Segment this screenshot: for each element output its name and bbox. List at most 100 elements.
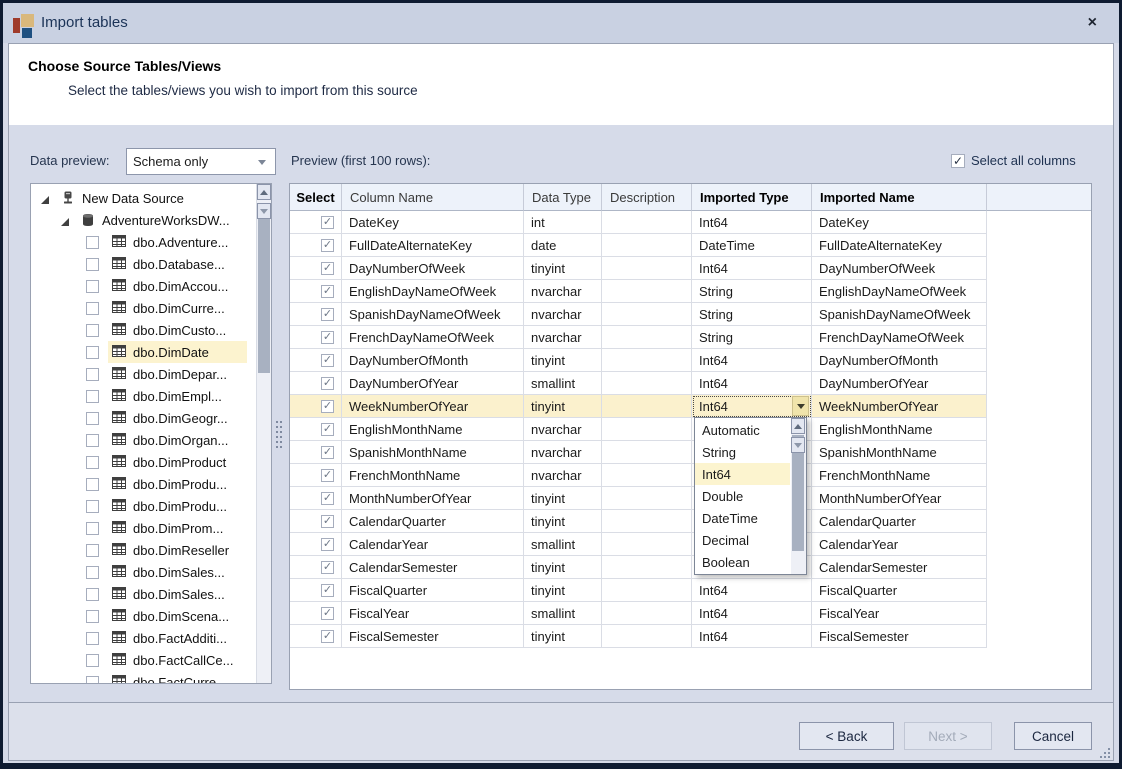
tree-item-checkbox[interactable] xyxy=(86,412,99,425)
back-button[interactable]: < Back xyxy=(799,722,894,750)
dropdown-option[interactable]: Automatic xyxy=(695,419,790,441)
row-checkbox[interactable]: ✓ xyxy=(321,308,334,321)
cancel-button[interactable]: Cancel xyxy=(1014,722,1092,750)
table-row[interactable]: ✓FrenchDayNameOfWeeknvarcharStringFrench… xyxy=(290,326,1091,349)
checkbox-icon[interactable]: ✓ xyxy=(951,154,965,168)
tree-scrollbar[interactable] xyxy=(256,184,271,683)
scroll-up-icon[interactable] xyxy=(791,418,805,434)
tree-item[interactable]: dbo.Database... xyxy=(31,253,256,275)
tree-item[interactable]: dbo.DimReseller xyxy=(31,539,256,561)
scroll-down-icon[interactable] xyxy=(791,437,805,453)
expander-icon[interactable] xyxy=(60,215,70,225)
row-checkbox[interactable]: ✓ xyxy=(321,607,334,620)
row-checkbox[interactable]: ✓ xyxy=(321,515,334,528)
tree-item[interactable]: dbo.DimSales... xyxy=(31,583,256,605)
tree-item-checkbox[interactable] xyxy=(86,588,99,601)
tree-item-checkbox[interactable] xyxy=(86,390,99,403)
table-row[interactable]: ✓EnglishMonthNamenvarcharEnglishMonthNam… xyxy=(290,418,1091,441)
dropdown-option[interactable]: Boolean xyxy=(695,551,790,573)
tree-item-checkbox[interactable] xyxy=(86,654,99,667)
table-row[interactable]: ✓CalendarSemestertinyintCalendarSemester xyxy=(290,556,1091,579)
dropdown-option[interactable]: DateTime xyxy=(695,507,790,529)
tree-item-checkbox[interactable] xyxy=(86,566,99,579)
tree-item-checkbox[interactable] xyxy=(86,456,99,469)
tree-item[interactable]: dbo.DimScena... xyxy=(31,605,256,627)
table-row[interactable]: ✓FrenchMonthNamenvarcharFrenchMonthName xyxy=(290,464,1091,487)
resize-grip-icon[interactable] xyxy=(1098,746,1110,758)
tree-item-checkbox[interactable] xyxy=(86,346,99,359)
tree-item-checkbox[interactable] xyxy=(86,610,99,623)
tree-item-checkbox[interactable] xyxy=(86,280,99,293)
tree-item[interactable]: New Data Source xyxy=(31,187,256,209)
row-checkbox[interactable]: ✓ xyxy=(321,216,334,229)
tree-item[interactable]: dbo.DimDepar... xyxy=(31,363,256,385)
tree-item[interactable]: dbo.DimAccou... xyxy=(31,275,256,297)
row-checkbox[interactable]: ✓ xyxy=(321,446,334,459)
tree-item[interactable]: dbo.DimCusto... xyxy=(31,319,256,341)
data-preview-select[interactable]: Schema only xyxy=(126,148,276,175)
row-checkbox[interactable]: ✓ xyxy=(321,377,334,390)
select-all-columns-checkbox[interactable]: ✓ Select all columns xyxy=(951,153,1076,168)
tree-item[interactable]: dbo.DimProduct xyxy=(31,451,256,473)
table-row[interactable]: ✓DayNumberOfWeektinyintInt64DayNumberOfW… xyxy=(290,257,1091,280)
row-checkbox[interactable]: ✓ xyxy=(321,239,334,252)
dropdown-option[interactable]: String xyxy=(695,441,790,463)
tree-item-checkbox[interactable] xyxy=(86,258,99,271)
tree-item[interactable]: dbo.DimProdu... xyxy=(31,473,256,495)
row-checkbox[interactable]: ✓ xyxy=(321,285,334,298)
tree-item[interactable]: dbo.FactCurre... xyxy=(31,671,256,684)
table-row[interactable]: ✓FiscalSemestertinyintInt64FiscalSemeste… xyxy=(290,625,1091,648)
dropdown-option[interactable]: Decimal xyxy=(695,529,790,551)
row-checkbox[interactable]: ✓ xyxy=(321,400,334,413)
tree-item[interactable]: AdventureWorksDW... xyxy=(31,209,256,231)
table-row[interactable]: ✓DateKeyintInt64DateKey xyxy=(290,211,1091,234)
table-row[interactable]: ✓CalendarQuartertinyintCalendarQuarter xyxy=(290,510,1091,533)
table-row[interactable]: ✓EnglishDayNameOfWeeknvarcharStringEngli… xyxy=(290,280,1091,303)
tree-item[interactable]: dbo.FactAdditi... xyxy=(31,627,256,649)
tree-item-checkbox[interactable] xyxy=(86,302,99,315)
close-icon[interactable]: × xyxy=(1088,13,1097,33)
row-checkbox[interactable]: ✓ xyxy=(321,331,334,344)
tree-item-checkbox[interactable] xyxy=(86,500,99,513)
table-row[interactable]: ✓WeekNumberOfYeartinyintInt64WeekNumberO… xyxy=(290,395,1091,418)
combo-dropdown-button[interactable] xyxy=(792,396,809,416)
tree-item[interactable]: dbo.DimSales... xyxy=(31,561,256,583)
dropdown-scrollbar[interactable] xyxy=(791,418,806,574)
table-row[interactable]: ✓FiscalQuartertinyintInt64FiscalQuarter xyxy=(290,579,1091,602)
row-checkbox[interactable]: ✓ xyxy=(321,561,334,574)
row-checkbox[interactable]: ✓ xyxy=(321,492,334,505)
table-row[interactable]: ✓DayNumberOfYearsmallintInt64DayNumberOf… xyxy=(290,372,1091,395)
table-row[interactable]: ✓CalendarYearsmallintCalendarYear xyxy=(290,533,1091,556)
tree-item[interactable]: dbo.DimCurre... xyxy=(31,297,256,319)
panel-splitter[interactable] xyxy=(276,421,286,453)
tree-item-checkbox[interactable] xyxy=(86,324,99,337)
scroll-down-icon[interactable] xyxy=(257,203,271,219)
dropdown-option[interactable]: Int64 xyxy=(695,463,790,485)
row-checkbox[interactable]: ✓ xyxy=(321,423,334,436)
row-checkbox[interactable]: ✓ xyxy=(321,538,334,551)
tree-item[interactable]: dbo.FactCallCe... xyxy=(31,649,256,671)
tree-item[interactable]: dbo.DimDate xyxy=(31,341,256,363)
table-row[interactable]: ✓FiscalYearsmallintInt64FiscalYear xyxy=(290,602,1091,625)
row-checkbox[interactable]: ✓ xyxy=(321,584,334,597)
tree-item-checkbox[interactable] xyxy=(86,632,99,645)
tree-item[interactable]: dbo.Adventure... xyxy=(31,231,256,253)
table-row[interactable]: ✓SpanishMonthNamenvarcharSpanishMonthNam… xyxy=(290,441,1091,464)
tree-item-checkbox[interactable] xyxy=(86,522,99,535)
table-row[interactable]: ✓SpanishDayNameOfWeeknvarcharStringSpani… xyxy=(290,303,1091,326)
tree-item-checkbox[interactable] xyxy=(86,478,99,491)
table-row[interactable]: ✓MonthNumberOfYeartinyintMonthNumberOfYe… xyxy=(290,487,1091,510)
row-checkbox[interactable]: ✓ xyxy=(321,262,334,275)
row-checkbox[interactable]: ✓ xyxy=(321,469,334,482)
tree-item-checkbox[interactable] xyxy=(86,368,99,381)
dropdown-option[interactable]: Double xyxy=(695,485,790,507)
tree-item-checkbox[interactable] xyxy=(86,434,99,447)
table-row[interactable]: ✓FullDateAlternateKeydateDateTimeFullDat… xyxy=(290,234,1091,257)
tree-item[interactable]: dbo.DimEmpl... xyxy=(31,385,256,407)
row-checkbox[interactable]: ✓ xyxy=(321,630,334,643)
tree-item[interactable]: dbo.DimProdu... xyxy=(31,495,256,517)
tree-item[interactable]: dbo.DimProm... xyxy=(31,517,256,539)
tree-scrollbar-thumb[interactable] xyxy=(258,203,270,373)
title-bar[interactable]: Import tables × xyxy=(3,3,1119,43)
expander-icon[interactable] xyxy=(40,193,50,203)
